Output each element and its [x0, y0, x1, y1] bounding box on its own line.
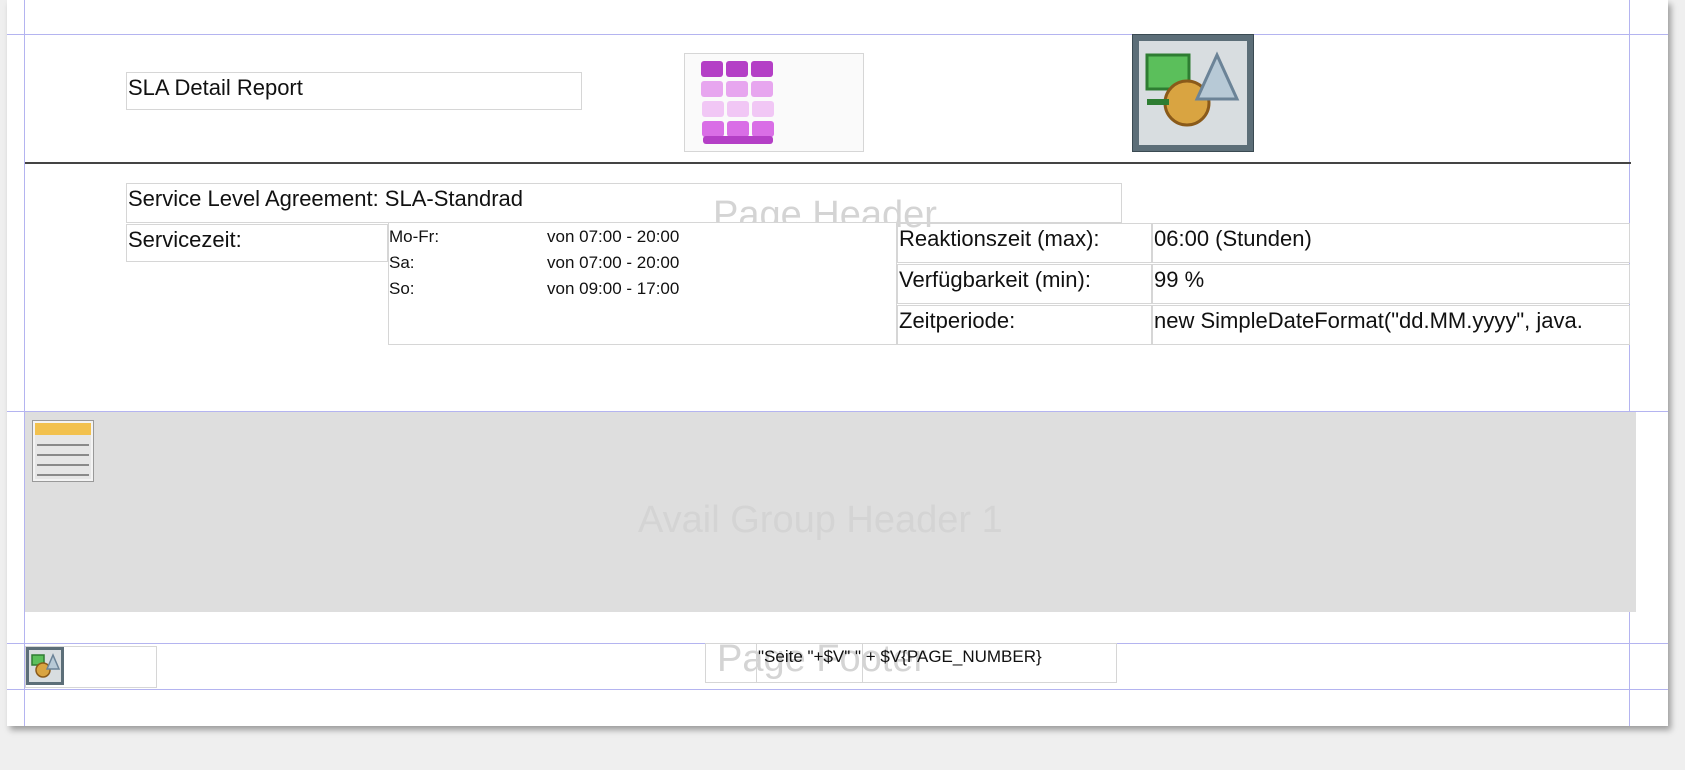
schedule-day: So: — [389, 279, 415, 298]
schedule-time: von 07:00 - 20:00 — [547, 253, 680, 272]
guide-line — [1629, 0, 1630, 726]
zeitperiode-value: new SimpleDateFormat("dd.MM.yyyy", java. — [1154, 308, 1583, 333]
report-page[interactable]: Page Header SLA Detail Report Service Le… — [7, 0, 1668, 726]
page-number-expression: "Seite "+$V" " + $V{PAGE_NUMBER} — [758, 647, 1042, 666]
guide-line — [24, 0, 25, 726]
schedule-day: Mo-Fr: — [389, 227, 440, 246]
verfuegbarkeit-value-field[interactable]: 99 % — [1152, 264, 1630, 304]
sla-name: Service Level Agreement: SLA-Standrad — [128, 186, 524, 211]
schedule-row: Sa: — [389, 253, 415, 273]
table-image-element[interactable] — [684, 53, 864, 152]
verfuegbarkeit-label: Verfügbarkeit (min): — [899, 267, 1091, 292]
chart-image-element[interactable] — [1132, 34, 1254, 152]
subreport-icon — [35, 423, 91, 479]
schedule-day: Sa: — [389, 253, 415, 272]
shapes-chart-small-icon — [29, 650, 61, 682]
band-title-group-header: Avail Group Header 1 — [638, 499, 1003, 541]
reaktion-label: Reaktionszeit (max): — [899, 226, 1100, 251]
reaktion-label-field[interactable]: Reaktionszeit (max): — [897, 223, 1152, 263]
zeitperiode-label: Zeitperiode: — [899, 308, 1016, 333]
verfuegbarkeit-label-field[interactable]: Verfügbarkeit (min): — [897, 264, 1152, 304]
reaktion-value: 06:00 (Stunden) — [1154, 226, 1312, 251]
guide-line — [7, 34, 1668, 35]
schedule-time: von 09:00 - 17:00 — [547, 279, 680, 298]
zeitperiode-value-field[interactable]: new SimpleDateFormat("dd.MM.yyyy", java. — [1152, 305, 1630, 345]
subreport-element[interactable] — [32, 420, 94, 482]
zeitperiode-label-field[interactable]: Zeitperiode: — [897, 305, 1152, 345]
schedule-time: von 07:00 - 20:00 — [547, 227, 680, 246]
guide-line — [7, 689, 1668, 690]
servicezeit-label: Servicezeit: — [128, 227, 242, 252]
report-title-field[interactable]: SLA Detail Report — [126, 72, 582, 110]
sla-name-field[interactable]: Service Level Agreement: SLA-Standrad — [126, 183, 1122, 223]
page-number-field[interactable]: "Seite "+$V" " + $V{PAGE_NUMBER} — [756, 643, 1117, 683]
header-separator — [25, 162, 1631, 164]
shapes-chart-icon — [1139, 41, 1247, 145]
schedule-subreport[interactable]: Mo-Fr: von 07:00 - 20:00 Sa: von 07:00 -… — [388, 222, 897, 345]
verfuegbarkeit-value: 99 % — [1154, 267, 1205, 292]
schedule-row: von 07:00 - 20:00 — [547, 253, 679, 273]
servicezeit-label-field[interactable]: Servicezeit: — [126, 224, 388, 262]
schedule-row: Mo-Fr: — [389, 227, 439, 247]
schedule-row: So: — [389, 279, 415, 299]
report-title: SLA Detail Report — [128, 75, 303, 100]
schedule-row: von 07:00 - 20:00 — [547, 227, 679, 247]
footer-icon-frame — [26, 647, 64, 685]
reaktion-value-field[interactable]: 06:00 (Stunden) — [1152, 223, 1630, 263]
footer-image-element[interactable] — [25, 646, 157, 688]
schedule-row: von 09:00 - 17:00 — [547, 279, 679, 299]
table-grid-icon — [701, 61, 774, 144]
